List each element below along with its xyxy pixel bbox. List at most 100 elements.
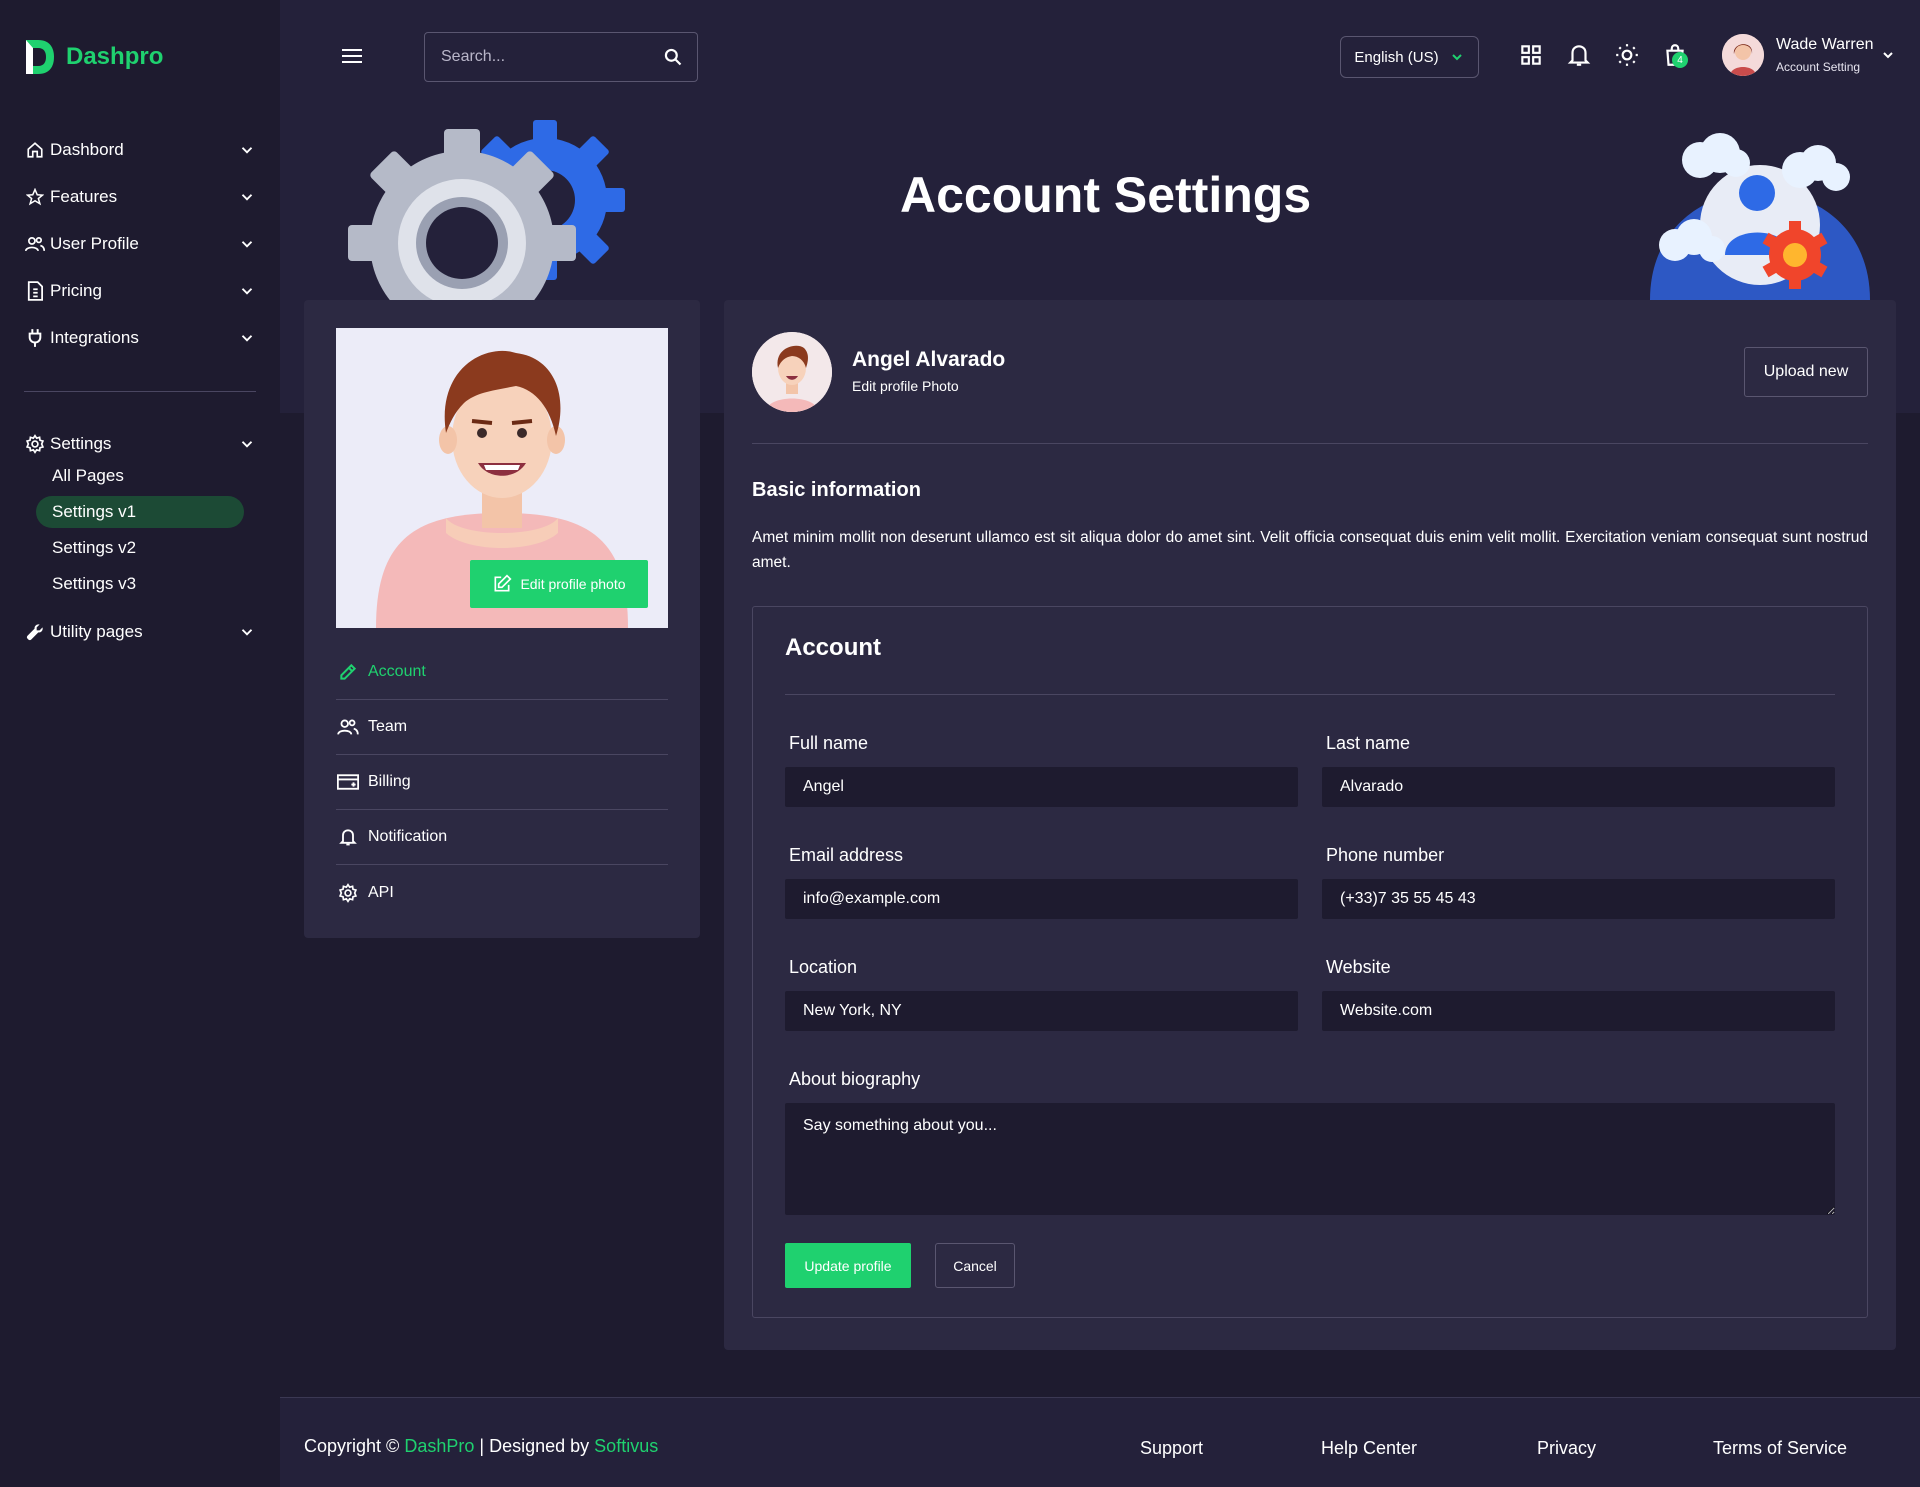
- sidebar-subitem-settings-v3[interactable]: Settings v3: [36, 568, 244, 600]
- wrench-icon: [24, 621, 46, 643]
- footer-link-privacy[interactable]: Privacy: [1537, 1438, 1596, 1459]
- profile-menu-label: Account: [368, 663, 426, 680]
- user-subtitle: Account Setting: [1776, 60, 1861, 74]
- sidebar-subitem-all-pages[interactable]: All Pages: [36, 460, 244, 492]
- pencil-icon: [336, 660, 360, 684]
- website-field[interactable]: [1322, 991, 1835, 1031]
- plug-icon: [24, 327, 46, 349]
- home-icon: [24, 139, 46, 161]
- gears-illustration-icon: [348, 120, 625, 300]
- location-field[interactable]: [785, 991, 1298, 1031]
- bell-icon: [336, 825, 360, 849]
- profile-menu-label: Notification: [368, 828, 448, 845]
- invoice-icon: [24, 280, 46, 302]
- website-label: Website: [1326, 957, 1391, 977]
- last-name-label: Last name: [1326, 733, 1411, 753]
- sidebar-item-label: Pricing: [50, 281, 102, 300]
- edit-icon: [494, 574, 512, 592]
- sidebar-item-label: Dashbord: [50, 140, 124, 159]
- cart-count-badge: 4: [1672, 52, 1688, 68]
- edit-profile-photo-button[interactable]: Edit profile photo: [470, 560, 648, 608]
- avatar: [752, 332, 832, 412]
- menu-toggle-icon[interactable]: [340, 46, 364, 66]
- phone-field[interactable]: [1322, 879, 1835, 919]
- sidebar-item-label: Features: [50, 187, 118, 206]
- basic-information-heading: Basic information: [752, 479, 921, 501]
- divider: [785, 694, 1835, 695]
- edit-profile-photo-link[interactable]: Edit profile Photo: [852, 378, 959, 394]
- basic-information-text: Amet minim mollit non deserunt ullamco e…: [752, 529, 1868, 571]
- cancel-button[interactable]: Cancel: [935, 1243, 1015, 1288]
- designed-by-text: Designed by: [489, 1436, 590, 1456]
- last-name-input[interactable]: [1322, 767, 1835, 807]
- grid-icon[interactable]: [1518, 42, 1544, 68]
- sidebar-item-settings[interactable]: Settings: [24, 429, 256, 459]
- profile-menu-billing[interactable]: Billing: [336, 755, 668, 810]
- brand-name: Dashpro: [66, 43, 164, 70]
- chevron-down-icon: [1882, 52, 1893, 59]
- update-profile-button[interactable]: Update profile: [785, 1243, 911, 1288]
- user-name: Wade Warren: [1776, 36, 1874, 53]
- search-input[interactable]: [441, 48, 663, 66]
- language-label: English (US): [1354, 48, 1439, 66]
- sidebar-item-pricing[interactable]: Pricing: [24, 276, 256, 306]
- footer-link-help-center[interactable]: Help Center: [1321, 1438, 1417, 1459]
- footer-brand-link[interactable]: DashPro: [404, 1436, 474, 1456]
- avatar: [1722, 34, 1764, 76]
- profile-menu-label: API: [368, 883, 394, 901]
- gear-icon: [336, 881, 360, 905]
- biography-textarea[interactable]: [785, 1103, 1835, 1215]
- brand-logo-icon: [26, 40, 54, 74]
- footer-link-terms[interactable]: Terms of Service: [1713, 1438, 1847, 1459]
- sun-icon[interactable]: [1614, 42, 1640, 68]
- sidebar-divider: [24, 391, 256, 392]
- profile-menu-team[interactable]: Team: [336, 700, 668, 755]
- sidebar-item-label: Settings: [50, 434, 112, 453]
- footer-divider: [280, 1397, 1920, 1398]
- copyright-prefix: Copyright ©: [304, 1436, 400, 1456]
- full-name-input[interactable]: [785, 767, 1298, 807]
- copyright-separator: |: [479, 1436, 485, 1456]
- cloud-user-illustration-icon: [1650, 133, 1870, 300]
- profile-menu-notification[interactable]: Notification: [336, 810, 668, 865]
- profile-name: Angel Alvarado: [852, 348, 1006, 371]
- sidebar-item-integrations[interactable]: Integrations: [24, 323, 256, 353]
- gear-icon: [24, 433, 46, 455]
- sidebar: [0, 0, 280, 1487]
- user-menu[interactable]: Wade Warren Account Setting: [1722, 34, 1896, 76]
- sidebar-subitem-settings-v2[interactable]: Settings v2: [36, 532, 244, 564]
- bell-icon[interactable]: [1566, 42, 1592, 68]
- email-field[interactable]: [785, 879, 1298, 919]
- sidebar-item-dashboard[interactable]: Dashbord: [24, 135, 256, 165]
- sidebar-item-label: Utility pages: [50, 622, 143, 641]
- sidebar-item-utility-pages[interactable]: Utility pages: [24, 617, 256, 647]
- chevron-down-icon: [241, 335, 253, 342]
- sidebar-item-user-profile[interactable]: User Profile: [24, 229, 256, 259]
- language-select[interactable]: English (US): [1340, 36, 1479, 78]
- profile-menu-api[interactable]: API: [336, 865, 668, 920]
- sidebar-item-label: User Profile: [50, 234, 139, 253]
- sidebar-item-features[interactable]: Features: [24, 182, 256, 212]
- chevron-down-icon: [241, 441, 253, 448]
- footer-link-support[interactable]: Support: [1140, 1438, 1203, 1459]
- phone-label: Phone number: [1326, 845, 1445, 865]
- copyright: Copyright © DashPro | Designed by Softiv…: [304, 1436, 658, 1457]
- chevron-down-icon: [241, 194, 253, 201]
- footer-designer-link[interactable]: Softivus: [594, 1436, 658, 1456]
- users-icon: [336, 715, 360, 739]
- account-heading: Account: [785, 634, 881, 661]
- profile-menu-account[interactable]: Account: [336, 645, 668, 700]
- chevron-down-icon: [241, 147, 253, 154]
- users-icon: [24, 233, 46, 255]
- upload-new-button[interactable]: Upload new: [1744, 347, 1868, 397]
- page-title: Account Settings: [900, 167, 1312, 223]
- chevron-down-icon: [1451, 54, 1462, 61]
- credit-card-icon: [336, 770, 360, 794]
- brand[interactable]: Dashpro: [24, 38, 163, 76]
- full-name-label: Full name: [789, 733, 869, 753]
- location-label: Location: [789, 957, 858, 977]
- profile-menu-label: Billing: [368, 773, 411, 790]
- sidebar-subitem-settings-v1[interactable]: Settings v1: [36, 496, 244, 528]
- search-icon[interactable]: [663, 47, 683, 67]
- edit-profile-photo-label: Edit profile photo: [520, 576, 626, 592]
